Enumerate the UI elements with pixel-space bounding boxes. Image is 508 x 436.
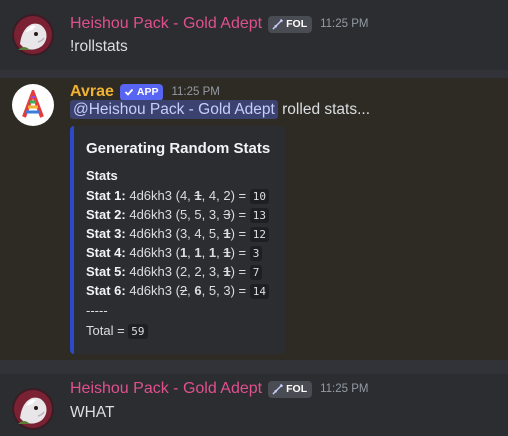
sword-icon: [272, 383, 284, 395]
message-text: @Heishou Pack - Gold Adept rolled stats.…: [70, 100, 371, 119]
author-name[interactable]: Heishou Pack - Gold Adept: [70, 380, 262, 398]
die-value: 1: [223, 226, 231, 241]
sword-icon: [272, 18, 284, 30]
stat-label: Stat 1:: [86, 188, 126, 203]
embed-title: Generating Random Stats: [86, 140, 271, 157]
die-value: 3: [208, 207, 217, 222]
message-header: Heishou Pack - Gold Adept FOL 11:25 PM: [70, 15, 368, 33]
white-wolf-avatar-icon: [12, 14, 54, 56]
embed: Generating Random Stats Stats Stat 1: 4d…: [70, 126, 285, 354]
message-1: Heishou Pack - Gold Adept FOL 11:25 PM !…: [0, 0, 508, 70]
die-value: 5: [208, 226, 217, 241]
stat-label: Stat 2:: [86, 207, 126, 222]
total-line: Total = 59: [86, 323, 148, 339]
message-text: WHAT: [70, 404, 115, 421]
stat-line: Stat 5: 4d6kh3 (2, 2, 3, 1) = 7: [86, 264, 263, 280]
die-value: 1: [223, 245, 231, 260]
die-value: 4: [194, 226, 202, 241]
die-value: 3: [179, 226, 188, 241]
die-value: 2: [223, 188, 231, 203]
user-avatar[interactable]: [12, 14, 54, 56]
total-label: Total =: [86, 323, 125, 338]
stat-label: Stat 3:: [86, 226, 126, 241]
stat-total: 3: [249, 246, 263, 261]
die-value: 1: [223, 264, 231, 279]
die-value: 2: [179, 283, 188, 298]
stat-line: Stat 4: 4d6kh3 (1, 1, 1, 1) = 3: [86, 245, 263, 261]
timestamp: 11:25 PM: [320, 383, 369, 395]
stat-total: 10: [249, 189, 269, 204]
die-value: 1: [194, 188, 202, 203]
message-text-rest: rolled stats...: [277, 101, 371, 118]
role-tag[interactable]: FOL: [268, 15, 313, 33]
message-header: Heishou Pack - Gold Adept FOL 11:25 PM: [70, 380, 368, 398]
stat-total: 14: [249, 284, 269, 299]
timestamp: 11:25 PM: [320, 18, 369, 30]
message-text: !rollstats: [70, 38, 128, 55]
stat-line: Stat 1: 4d6kh3 (4, 1, 4, 2) = 10: [86, 188, 269, 204]
die-value: 3: [208, 264, 217, 279]
app-badge[interactable]: APP: [119, 83, 164, 101]
user-avatar[interactable]: [12, 388, 54, 430]
stat-label: Stat 4:: [86, 245, 126, 260]
role-tag-label: FOL: [286, 383, 308, 395]
message-3: Heishou Pack - Gold Adept FOL 11:25 PM W…: [0, 374, 508, 436]
author-name[interactable]: Avrae: [70, 83, 114, 101]
white-wolf-avatar-icon: [12, 388, 54, 430]
die-value: 1: [194, 245, 202, 260]
die-value: 2: [179, 264, 188, 279]
stat-line: Stat 2: 4d6kh3 (5, 5, 3, 3) = 13: [86, 207, 269, 223]
timestamp: 11:25 PM: [171, 86, 220, 98]
user-mention[interactable]: @Heishou Pack - Gold Adept: [70, 100, 278, 119]
author-name[interactable]: Heishou Pack - Gold Adept: [70, 15, 262, 33]
stat-line: Stat 3: 4d6kh3 (3, 4, 5, 1) = 12: [86, 226, 269, 242]
separator: -----: [86, 303, 108, 318]
stat-line: Stat 6: 4d6kh3 (2, 6, 5, 3) = 14: [86, 283, 269, 299]
stat-total: 13: [249, 208, 269, 223]
total-value: 59: [128, 324, 148, 339]
stat-label: Stat 6:: [86, 283, 126, 298]
stat-label: Stat 5:: [86, 264, 126, 279]
die-value: 1: [179, 245, 188, 260]
stat-total: 7: [249, 265, 263, 280]
die-value: 5: [194, 207, 202, 222]
die-value: 5: [208, 283, 217, 298]
app-badge-label: APP: [136, 86, 159, 98]
stat-total: 12: [249, 227, 269, 242]
bot-avatar[interactable]: [12, 84, 54, 126]
message-2: Avrae APP 11:25 PM @Heishou Pack - Gold …: [0, 78, 508, 360]
die-value: 5: [179, 207, 188, 222]
embed-field-name: Stats: [86, 168, 118, 183]
role-tag[interactable]: FOL: [268, 380, 313, 398]
rainbow-a-logo-icon: [22, 90, 44, 118]
die-value: 4: [179, 188, 188, 203]
role-tag-label: FOL: [286, 18, 308, 30]
die-value: 6: [194, 283, 202, 298]
die-value: 3: [223, 207, 231, 222]
die-value: 3: [223, 283, 231, 298]
die-value: 4: [208, 188, 217, 203]
die-value: 2: [194, 264, 202, 279]
checkmark-icon: [124, 88, 134, 96]
message-header: Avrae APP 11:25 PM: [70, 83, 220, 101]
die-value: 1: [208, 245, 217, 260]
